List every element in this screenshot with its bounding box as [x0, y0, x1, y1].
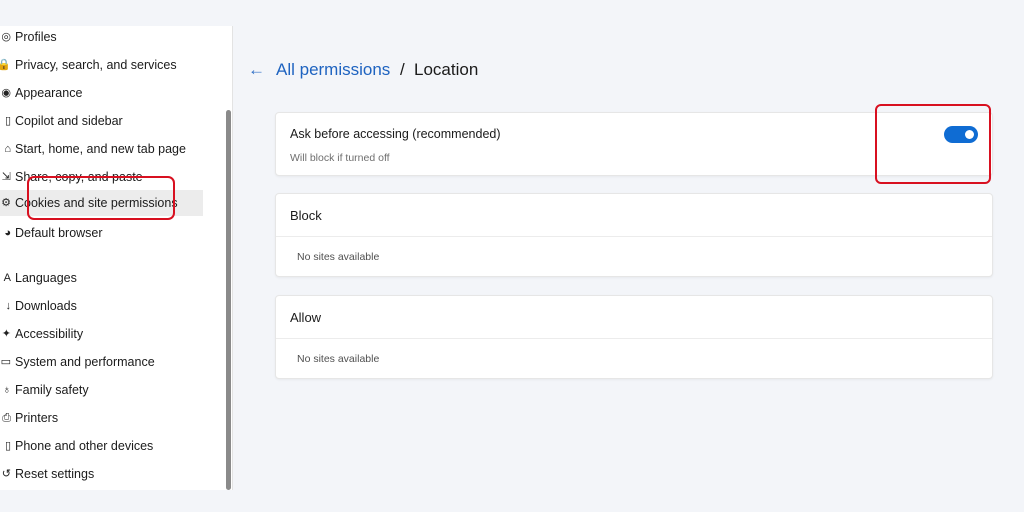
- sidebar-item-label: Reset settings: [15, 467, 95, 481]
- sidebar-item-phone[interactable]: ▯ Phone and other devices: [0, 433, 203, 459]
- sidebar-item-printers[interactable]: ⎙ Printers: [0, 405, 203, 431]
- block-section-title: Block: [290, 208, 322, 223]
- sidebar-item-label: Accessibility: [15, 327, 84, 341]
- sidebar-item-family-safety[interactable]: ♁ Family safety: [0, 377, 203, 403]
- sidebar-scrollbar[interactable]: [226, 110, 231, 490]
- divider: [276, 236, 992, 237]
- profile-icon: ◎: [1, 31, 11, 43]
- divider: [276, 338, 992, 339]
- sidebar-item-label: Appearance: [15, 86, 83, 100]
- phone-icon: ▯: [4, 440, 11, 452]
- ask-before-accessing-description: Will block if turned off: [290, 152, 390, 164]
- window-top-strip: [0, 0, 1024, 26]
- ask-before-accessing-label: Ask before accessing (recommended): [290, 127, 501, 141]
- sidebar-item-default-browser[interactable]: ◕ Default browser: [0, 220, 203, 246]
- annotation-highlight-cookies: [27, 176, 175, 220]
- family-icon: ♁: [2, 384, 11, 396]
- cookie-icon: ⚙: [1, 197, 11, 209]
- download-icon: ↓: [5, 300, 12, 312]
- sidebar-item-label: Downloads: [15, 299, 77, 313]
- languages-icon: A: [3, 272, 11, 284]
- sidebar-item-appearance[interactable]: ◉ Appearance: [0, 80, 203, 106]
- sidebar-item-copilot[interactable]: ▯ Copilot and sidebar: [0, 108, 203, 134]
- lock-icon: 🔒: [0, 59, 11, 71]
- reset-icon: ↺: [1, 468, 11, 480]
- sidebar-item-languages[interactable]: A Languages: [0, 265, 203, 291]
- block-empty-text: No sites available: [297, 251, 380, 263]
- breadcrumb-separator: /: [400, 60, 405, 79]
- sidebar-item-label: Copilot and sidebar: [15, 114, 123, 128]
- sidebar-item-label: Start, home, and new tab page: [15, 142, 186, 156]
- allow-section-title: Allow: [290, 310, 322, 325]
- sidebar-item-profiles[interactable]: ◎ Profiles: [0, 24, 203, 50]
- page-title: Location: [414, 60, 479, 79]
- sidebar-item-reset[interactable]: ↺ Reset settings: [0, 461, 203, 487]
- settings-sidebar: ◎ Profiles 🔒 Privacy, search, and servic…: [0, 26, 233, 490]
- browser-icon: ◕: [4, 227, 11, 239]
- share-icon: ⇲: [1, 171, 11, 183]
- appearance-icon: ◉: [1, 87, 11, 99]
- sidebar-item-label: Printers: [15, 411, 59, 425]
- sidebar-item-privacy[interactable]: 🔒 Privacy, search, and services: [0, 52, 203, 78]
- window-bottom-strip: [0, 490, 233, 512]
- sidebar-item-start-home[interactable]: ⌂ Start, home, and new tab page: [0, 136, 203, 162]
- accessibility-icon: ✦: [1, 328, 11, 340]
- sidebar-item-system[interactable]: ▭ System and performance: [0, 349, 203, 375]
- sidebar-item-label: System and performance: [15, 355, 155, 369]
- sidebar-item-accessibility[interactable]: ✦ Accessibility: [0, 321, 203, 347]
- sidebar-item-label: Profiles: [15, 30, 57, 44]
- block-section: Block No sites available: [275, 193, 993, 277]
- sidebar-item-label: Privacy, search, and services: [15, 58, 177, 72]
- printer-icon: ⎙: [2, 412, 11, 424]
- sidebar-item-label: Default browser: [15, 226, 103, 240]
- sidebar-item-label: Languages: [15, 271, 77, 285]
- allow-empty-text: No sites available: [297, 353, 380, 365]
- breadcrumb-all-permissions-link[interactable]: All permissions: [276, 58, 390, 82]
- sidebar-item-downloads[interactable]: ↓ Downloads: [0, 293, 203, 319]
- system-icon: ▭: [0, 356, 11, 368]
- home-icon: ⌂: [4, 143, 11, 155]
- sidebar-item-label: Phone and other devices: [15, 439, 154, 453]
- sidebar-icon: ▯: [4, 115, 11, 127]
- back-arrow-icon[interactable]: ←: [248, 58, 266, 82]
- sidebar-item-label: Family safety: [15, 383, 89, 397]
- allow-section: Allow No sites available: [275, 295, 993, 379]
- annotation-highlight-toggle: [875, 104, 991, 184]
